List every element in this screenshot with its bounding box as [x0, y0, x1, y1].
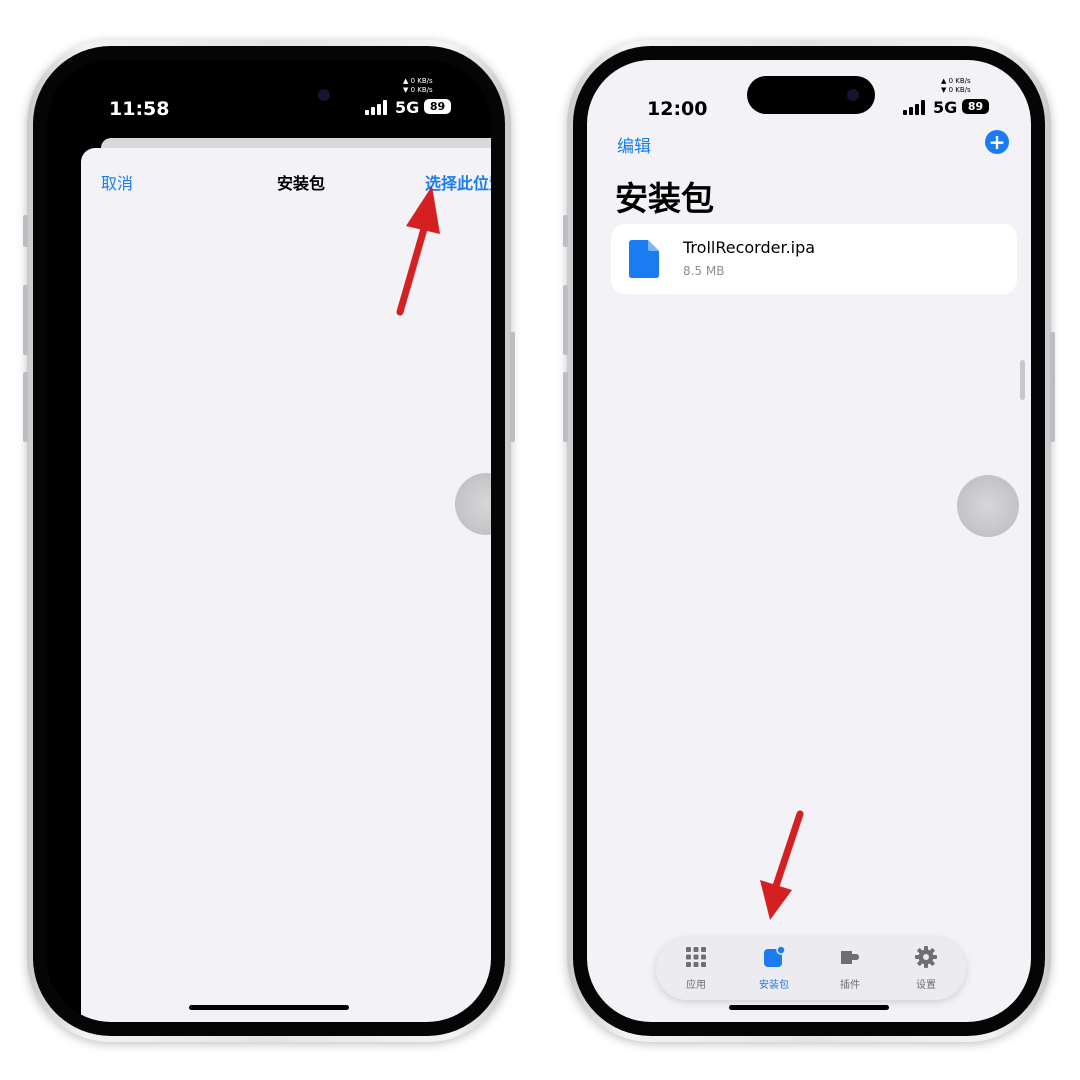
- upload-speed: ▲ 0 KB/s: [941, 77, 971, 85]
- home-indicator: [729, 1005, 889, 1010]
- dynamic-island: [218, 76, 346, 114]
- sheet-title: 安装包: [277, 174, 326, 193]
- volume-up-button: [563, 285, 568, 355]
- camera-icon: [847, 89, 859, 101]
- status-time: 12:00: [647, 98, 708, 120]
- network-type: 5G: [933, 98, 958, 117]
- battery-icon: 89: [424, 99, 451, 114]
- tab-label: 插件: [840, 980, 860, 991]
- mute-switch: [23, 215, 28, 247]
- signal-icon: [365, 100, 387, 115]
- volume-up-button: [23, 285, 28, 355]
- gear-icon: [915, 946, 937, 968]
- list-item[interactable]: TrollRecorder.ipa 8.5 MB: [611, 224, 1017, 294]
- bezel: 11:58 ▲ 0 KB/s ▼ 0 KB/s 5G 89 取消 安装包 选择此…: [33, 46, 505, 1036]
- assistive-touch-button[interactable]: [957, 475, 1019, 537]
- home-indicator: [189, 1005, 349, 1010]
- volume-down-button: [563, 372, 568, 442]
- download-speed: ▼ 0 KB/s: [403, 86, 433, 94]
- screen: 11:58 ▲ 0 KB/s ▼ 0 KB/s 5G 89 取消 安装包 选择此…: [47, 60, 491, 1022]
- battery-icon: 89: [962, 99, 989, 114]
- package-icon: [764, 945, 786, 967]
- plugin-icon: [841, 951, 859, 964]
- select-location-button[interactable]: 选择此位置: [425, 170, 491, 194]
- document-icon: [629, 240, 659, 278]
- mute-switch: [563, 215, 568, 247]
- status-time: 11:58: [109, 98, 170, 120]
- file-size: 8.5 MB: [683, 264, 725, 278]
- right-phone-frame: 12:00 ▲ 0 KB/s ▼ 0 KB/s 5G 89 编辑 + 安装包 T…: [563, 40, 1055, 1042]
- download-speed: ▼ 0 KB/s: [941, 86, 971, 94]
- bezel: 12:00 ▲ 0 KB/s ▼ 0 KB/s 5G 89 编辑 + 安装包 T…: [573, 46, 1045, 1036]
- camera-icon: [318, 89, 330, 101]
- signal-icon: [903, 100, 925, 115]
- tab-label: 应用: [686, 980, 706, 991]
- plus-icon: +: [988, 130, 1006, 154]
- network-type: 5G: [395, 98, 420, 117]
- network-speed: ▲ 0 KB/s ▼ 0 KB/s: [941, 77, 971, 95]
- grid-icon: [686, 947, 706, 967]
- screen: 12:00 ▲ 0 KB/s ▼ 0 KB/s 5G 89 编辑 + 安装包 T…: [587, 60, 1031, 1022]
- left-phone-frame: 11:58 ▲ 0 KB/s ▼ 0 KB/s 5G 89 取消 安装包 选择此…: [23, 40, 515, 1042]
- dynamic-island: [747, 76, 875, 114]
- tab-label: 设置: [916, 980, 936, 991]
- scroll-indicator: [1020, 360, 1025, 400]
- upload-speed: ▲ 0 KB/s: [403, 77, 433, 85]
- add-button[interactable]: +: [985, 130, 1009, 154]
- assistive-touch-button[interactable]: [455, 473, 491, 535]
- page-title: 安装包: [615, 179, 714, 218]
- edit-button[interactable]: 编辑: [617, 132, 651, 157]
- cancel-button[interactable]: 取消: [101, 170, 133, 194]
- tab-label: 安装包: [759, 980, 789, 991]
- power-button: [510, 332, 515, 442]
- tab-apps[interactable]: 应用: [666, 946, 726, 996]
- tab-plugins[interactable]: 插件: [820, 946, 880, 996]
- location-picker-sheet: 取消 安装包 选择此位置: [81, 148, 491, 1022]
- tab-bar: 应用 安装包 插件 设置: [656, 938, 966, 1000]
- network-speed: ▲ 0 KB/s ▼ 0 KB/s: [403, 77, 433, 95]
- file-name: TrollRecorder.ipa: [683, 238, 816, 257]
- power-button: [1050, 332, 1055, 442]
- tab-packages[interactable]: 安装包: [744, 945, 804, 996]
- volume-down-button: [23, 372, 28, 442]
- tab-settings[interactable]: 设置: [896, 946, 956, 996]
